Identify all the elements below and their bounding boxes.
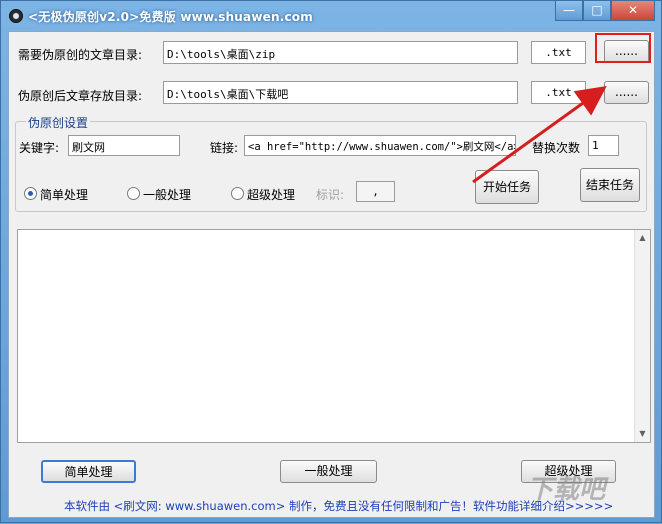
red-highlight-box <box>595 33 651 63</box>
window-controls: — □ ✕ <box>555 1 655 21</box>
log-textarea[interactable]: ▲ ▼ <box>17 229 651 443</box>
output-dir-input[interactable]: D:\tools\桌面\下载吧 <box>163 81 518 104</box>
log-scrollbar[interactable]: ▲ ▼ <box>634 230 650 442</box>
marker-label: 标识: <box>316 188 345 202</box>
source-dir-input[interactable]: D:\tools\桌面\zip <box>163 41 518 64</box>
mode-normal-label[interactable]: 一般处理 <box>143 186 191 203</box>
scroll-up-icon[interactable]: ▲ <box>635 230 650 246</box>
keyword-label: 关键字: <box>19 141 60 155</box>
output-dir-label: 伪原创后文章存放目录: <box>18 89 143 103</box>
mode-simple-radio[interactable] <box>24 187 37 200</box>
marker-input[interactable]: , <box>356 181 395 202</box>
maximize-button[interactable]: □ <box>583 1 611 21</box>
app-icon <box>9 9 23 23</box>
simple-process-button[interactable]: 简单处理 <box>41 460 136 483</box>
settings-group-title: 伪原创设置 <box>26 114 91 131</box>
main-window: <无极伪原创v2.0>免费版 www.shuawen.com — □ ✕ 需要伪… <box>0 0 662 523</box>
mode-super-label[interactable]: 超级处理 <box>247 186 295 203</box>
close-button[interactable]: ✕ <box>611 1 655 21</box>
replace-count-label: 替换次数 <box>532 141 581 155</box>
start-task-button[interactable]: 开始任务 <box>475 170 539 204</box>
mode-super-radio[interactable] <box>231 187 244 200</box>
link-input[interactable]: <a href="http://www.shuawen.com/">刷文网</a… <box>244 135 516 156</box>
normal-process-button[interactable]: 一般处理 <box>280 460 377 483</box>
source-dir-label: 需要伪原创的文章目录: <box>18 48 143 62</box>
client-area: 需要伪原创的文章目录: D:\tools\桌面\zip .txt ...... … <box>8 31 655 518</box>
title-bar[interactable]: <无极伪原创v2.0>免费版 www.shuawen.com — □ ✕ <box>1 1 661 31</box>
keyword-input[interactable]: 刷文网 <box>68 135 180 156</box>
replace-count-input[interactable]: 1 <box>588 135 619 156</box>
link-label: 链接: <box>210 141 239 155</box>
scroll-down-icon[interactable]: ▼ <box>635 426 650 442</box>
mode-normal-radio[interactable] <box>127 187 140 200</box>
minimize-button[interactable]: — <box>555 1 583 21</box>
output-ext-input[interactable]: .txt <box>531 81 586 104</box>
output-browse-button[interactable]: ...... <box>604 81 649 104</box>
stop-task-button[interactable]: 结束任务 <box>580 168 640 202</box>
watermark-logo: 下载吧 <box>527 475 606 505</box>
source-ext-input[interactable]: .txt <box>531 41 586 64</box>
mode-simple-label[interactable]: 简单处理 <box>40 186 88 203</box>
settings-group: 伪原创设置 关键字: 刷文网 链接: <a href="http://www.s… <box>15 114 647 212</box>
window-title: <无极伪原创v2.0>免费版 www.shuawen.com <box>28 10 313 24</box>
